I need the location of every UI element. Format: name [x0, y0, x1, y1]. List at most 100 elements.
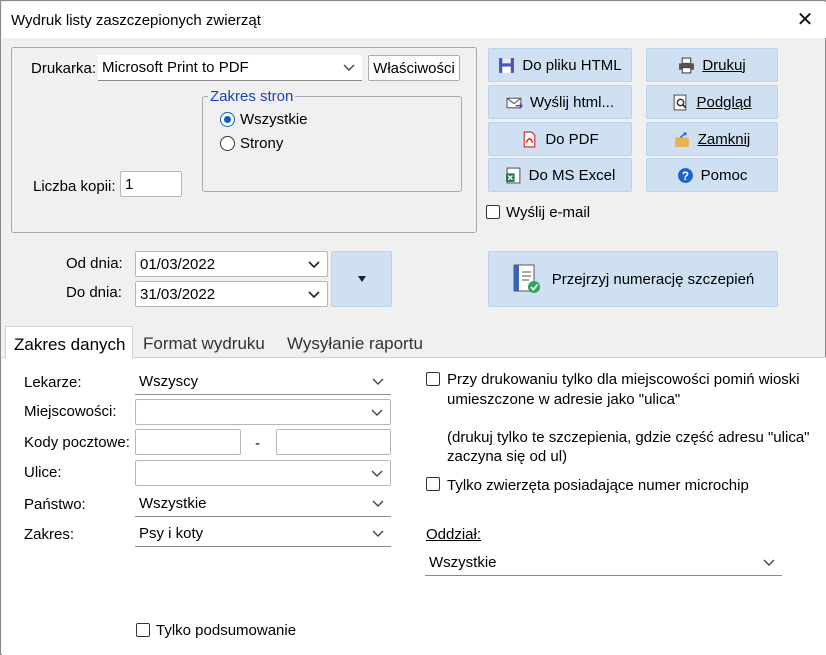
date-from-label: Od dnia:	[66, 255, 123, 272]
postcode-separator: -	[255, 435, 260, 452]
copies-value: 1	[125, 176, 134, 193]
skip-villages-label-line1: Przy drukowaniu tylko dla miejscowości p…	[447, 371, 800, 388]
close-button-label: Zamknij	[697, 130, 751, 148]
country-value: Wszystkie	[139, 495, 207, 512]
send-email-label: Wyślij e-mail	[506, 204, 591, 221]
microchip-only-checkbox[interactable]	[426, 477, 440, 491]
streets-select[interactable]	[135, 460, 391, 486]
copies-input[interactable]: 1	[120, 171, 182, 197]
skip-villages-note-line2: zaczyna się od ul)	[447, 448, 568, 465]
window-title: Wydruk listy zaszczepionych zwierząt	[11, 12, 261, 29]
doctors-label: Lekarze:	[24, 374, 82, 391]
tab-panel-data-range	[2, 358, 826, 655]
help-question-icon: ?	[677, 167, 693, 183]
date-from-value: 01/03/2022	[140, 256, 216, 273]
scope-value: Psy i koty	[139, 525, 204, 542]
help-button-label: Pomoc	[700, 166, 748, 184]
branch-value: Wszystkie	[429, 554, 497, 571]
towns-select[interactable]	[135, 399, 391, 425]
skip-villages-note-line1: (drukuj tylko te szczepienia, gdzie częś…	[447, 429, 810, 446]
page-range-legend: Zakres stron	[208, 88, 296, 105]
html-file-button[interactable]: Do pliku HTML	[488, 48, 632, 82]
printer-value: Microsoft Print to PDF	[102, 59, 249, 76]
tab-print-format-label: Format wydruku	[143, 334, 265, 353]
properties-button-label: Właściwości	[373, 59, 455, 77]
tab-report-sending-label: Wysyłanie raportu	[287, 334, 423, 353]
dialog-window: Wydruk listy zaszczepionych zwierząt ✕ D…	[0, 0, 826, 655]
printer-label: Drukarka:	[31, 60, 97, 77]
branch-label: Oddział:	[426, 526, 482, 543]
excel-icon	[505, 167, 521, 183]
summary-only-label: Tylko podsumowanie	[156, 622, 297, 639]
tab-print-format[interactable]: Format wydruku	[135, 326, 273, 358]
skip-villages-label-line2: umieszczone w adresie jako "ulica"	[447, 391, 681, 408]
branch-select[interactable]: Wszystkie	[425, 550, 782, 576]
chevron-down-icon	[763, 559, 775, 566]
html-file-button-label: Do pliku HTML	[522, 56, 622, 74]
copies-label: Liczba kopii:	[33, 178, 116, 195]
country-label: Państwo:	[24, 496, 86, 513]
send-html-button-label: Wyślij html...	[529, 93, 615, 111]
envelope-arrow-icon	[506, 97, 523, 108]
tab-data-range-label: Zakres danych	[14, 335, 126, 354]
print-button[interactable]: Drukuj	[646, 48, 778, 82]
review-numbering-button-label: Przejrzyj numerację szczepień	[551, 270, 755, 288]
date-to-label: Do dnia:	[66, 284, 122, 301]
microchip-only-label: Tylko zwierzęta posiadające numer microc…	[447, 477, 749, 494]
doctors-select[interactable]: Wszyscy	[135, 369, 391, 395]
preview-button-label: Podgląd	[696, 93, 752, 111]
chevron-down-icon	[372, 378, 384, 385]
date-from-picker[interactable]: 01/03/2022	[135, 251, 328, 277]
chevron-down-icon	[308, 261, 320, 269]
document-check-icon	[513, 264, 540, 293]
scope-label: Zakres:	[24, 526, 75, 543]
printer-select[interactable]: Microsoft Print to PDF	[98, 55, 362, 81]
postcodes-label: Kody pocztowe:	[24, 434, 130, 451]
pdf-button-label: Do PDF	[545, 130, 599, 148]
chevron-down-icon	[343, 64, 355, 71]
chevron-down-icon	[372, 500, 384, 507]
pdf-file-icon	[523, 131, 536, 147]
tab-report-sending[interactable]: Wysyłanie raportu	[279, 326, 431, 358]
chevron-down-icon	[308, 291, 320, 299]
close-icon[interactable]: ✕	[787, 5, 823, 35]
postcode-to-input[interactable]	[276, 429, 391, 455]
chevron-down-icon	[372, 530, 384, 537]
exit-folder-icon	[674, 131, 689, 147]
country-select[interactable]: Wszystkie	[135, 491, 391, 517]
towns-label: Miejscowości:	[24, 403, 117, 420]
radio-pages[interactable]	[220, 136, 235, 151]
date-preset-dropdown-button[interactable]	[331, 251, 392, 307]
title-bar: Wydruk listy zaszczepionych zwierząt ✕	[2, 2, 826, 38]
review-numbering-button[interactable]: Przejrzyj numerację szczepień	[488, 251, 778, 307]
postcode-from-input[interactable]	[135, 429, 241, 455]
radio-all-pages-label: Wszystkie	[240, 111, 308, 128]
date-to-picker[interactable]: 31/03/2022	[135, 281, 328, 307]
radio-pages-label: Strony	[240, 135, 284, 152]
summary-only-checkbox[interactable]	[136, 623, 150, 637]
excel-button[interactable]: Do MS Excel	[488, 158, 632, 192]
skip-villages-checkbox[interactable]	[426, 372, 440, 386]
doctors-value: Wszyscy	[139, 373, 199, 390]
streets-label: Ulice:	[24, 464, 62, 481]
tab-data-range[interactable]: Zakres danych	[5, 326, 133, 358]
send-html-button[interactable]: Wyślij html...	[488, 85, 632, 119]
chevron-down-icon	[371, 470, 383, 477]
preview-magnifier-icon	[674, 94, 687, 110]
excel-button-label: Do MS Excel	[528, 166, 616, 184]
properties-button[interactable]: Właściwości	[368, 55, 460, 81]
radio-all-pages[interactable]	[220, 112, 235, 127]
floppy-disk-icon	[499, 57, 515, 73]
preview-button[interactable]: Podgląd	[646, 85, 778, 119]
chevron-down-icon	[371, 409, 383, 416]
help-button[interactable]: ? Pomoc	[646, 158, 778, 192]
caret-down-icon	[357, 276, 366, 282]
pdf-button[interactable]: Do PDF	[488, 122, 632, 156]
close-button[interactable]: Zamknij	[646, 122, 778, 156]
scope-select[interactable]: Psy i koty	[135, 521, 391, 547]
printer-icon	[679, 57, 695, 73]
date-to-value: 31/03/2022	[140, 286, 216, 303]
send-email-checkbox[interactable]	[486, 205, 500, 219]
svg-text:?: ?	[682, 169, 689, 182]
print-button-label: Drukuj	[702, 56, 746, 74]
